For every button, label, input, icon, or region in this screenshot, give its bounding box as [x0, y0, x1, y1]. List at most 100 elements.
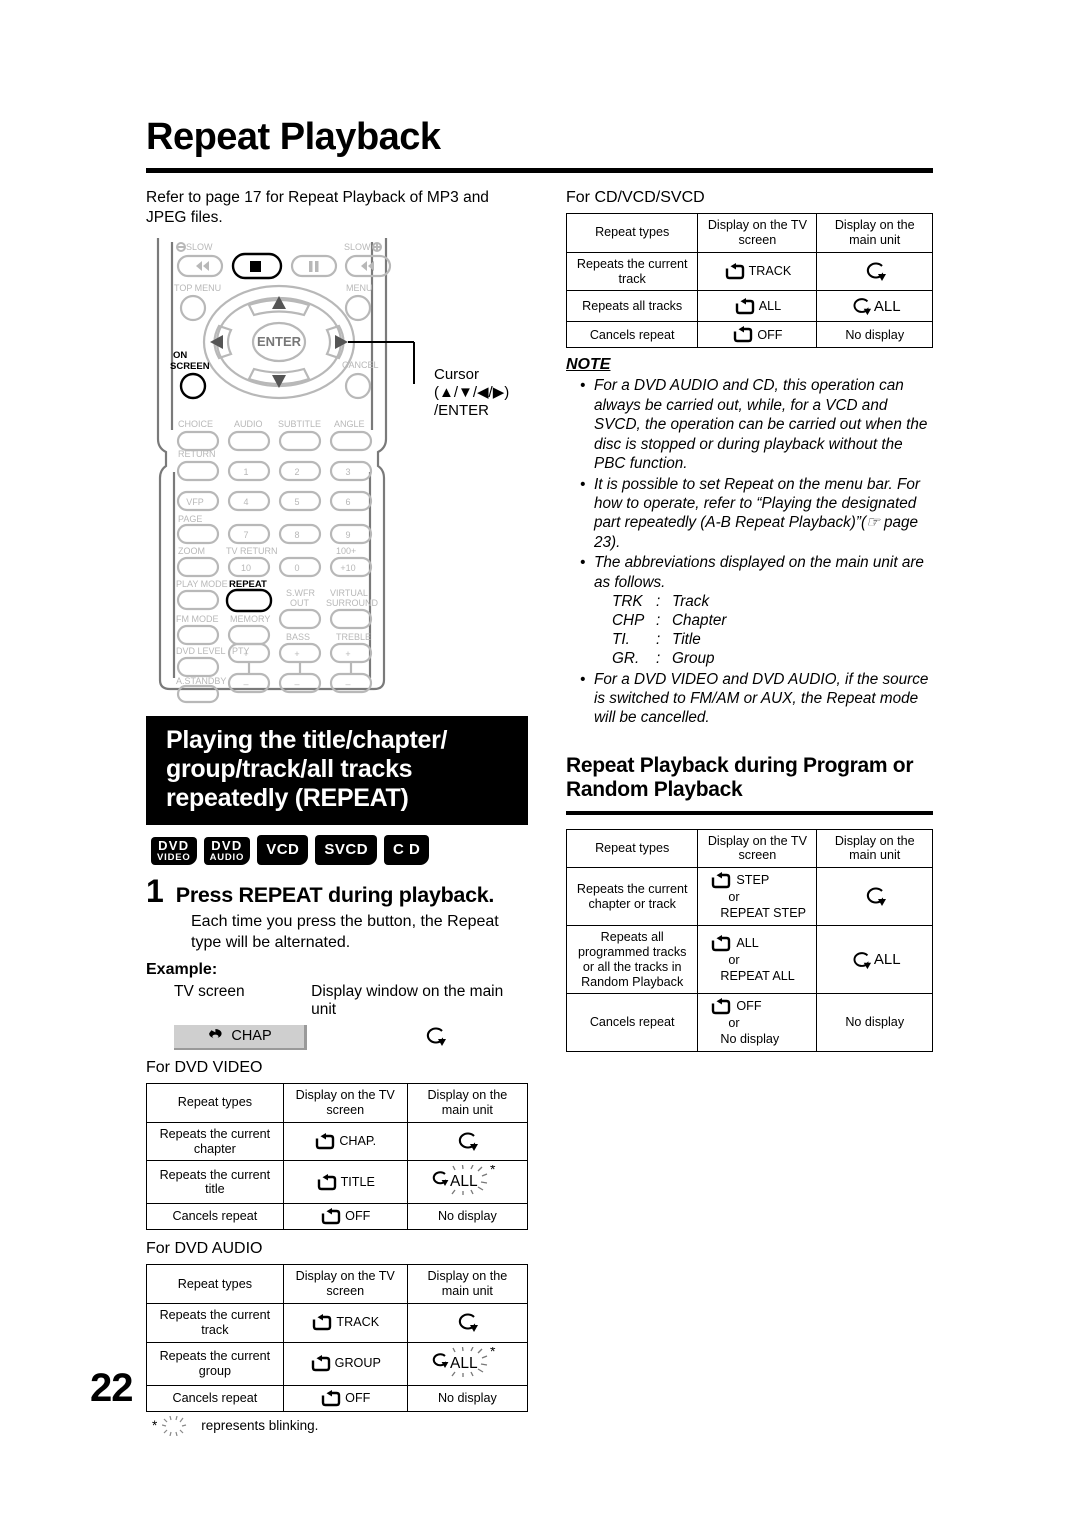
note-list: For a DVD AUDIO and CD, this operation c…: [566, 376, 933, 727]
svg-text:*: *: [490, 1347, 496, 1359]
step-1: 1 Press REPEAT during playback.: [146, 875, 528, 908]
repeat-arrow-icon: [426, 1027, 446, 1046]
svg-text:+: +: [243, 649, 248, 659]
table-row: Repeats all tracks ALL ALL: [565, 290, 933, 323]
table-row: Repeats the current track TRACK: [146, 1303, 529, 1343]
cell-tv-text: OFF: [345, 1390, 371, 1405]
table-row: Repeats the current chapter CHAP.: [146, 1121, 529, 1162]
svg-text:TV RETURN: TV RETURN: [226, 546, 278, 556]
svg-text:CANCEL: CANCEL: [342, 360, 379, 370]
remote-control-svg: .gl { fill:none; stroke:#b8b8b8; stroke-…: [156, 237, 415, 703]
cell-main-display: [406, 1303, 529, 1343]
cell-repeat-type: Repeats all tracks: [565, 290, 699, 323]
cell-main-text: ALL: [873, 950, 901, 968]
cell-main-display: ALL: [406, 1341, 529, 1386]
svg-text:–: –: [345, 679, 350, 689]
chap-display-chip: CHAP: [174, 1024, 307, 1050]
svg-text:SURROUND: SURROUND: [326, 598, 379, 608]
repeat-arrow-icon: [866, 262, 886, 282]
abbreviation-row: TI. : Title: [594, 630, 933, 649]
cell-repeat-type: Repeats the current group: [146, 1341, 284, 1386]
subsection-divider: [566, 810, 933, 815]
cell-tv-text-line2: REPEAT ALL: [720, 969, 795, 984]
abbr-key: CHP: [612, 612, 645, 630]
badge-dvd-audio: DVD AUDIO: [203, 836, 251, 866]
cell-repeat-type: Repeats the current track: [146, 1303, 284, 1343]
svg-text:6: 6: [345, 497, 350, 507]
table-row: Repeats the current title TITLE ALL *: [146, 1160, 529, 1205]
cell-tv-text-line1: STEP: [736, 873, 770, 888]
repeat-loop-icon: [712, 872, 731, 889]
example-label: Example:: [146, 961, 218, 978]
svg-text:S.WFR: S.WFR: [286, 588, 315, 598]
header-repeat-types: Repeat types: [565, 828, 699, 869]
svg-text:*: *: [490, 1165, 496, 1177]
svg-text:8: 8: [294, 530, 299, 540]
cell-repeat-type: Repeats the current chapter or track: [565, 867, 699, 926]
cell-tv-display: TRACK: [697, 251, 818, 292]
abbr-key: GR.: [612, 650, 640, 668]
svg-text:TREBLE: TREBLE: [336, 632, 371, 642]
repeat-arrow-icon: [853, 951, 871, 969]
abbr-sep: :: [656, 650, 661, 668]
page-number: 22: [90, 1366, 133, 1410]
svg-text:MENU: MENU: [346, 283, 373, 293]
cell-main-text: ALL: [873, 297, 901, 315]
note-item: For a DVD VIDEO and DVD AUDIO, if the so…: [580, 670, 933, 728]
header-tv-display: Display on the TV screen: [282, 1083, 408, 1123]
note-item: The abbreviations displayed on the main …: [580, 553, 933, 668]
repeat-all-blink-icon: ALL *: [433, 1165, 496, 1196]
repeat-arrow-icon: [459, 1132, 479, 1152]
cell-tv-display: STEP or REPEAT STEP: [697, 867, 818, 926]
cursor-callout-label: Cursor (▲/▼/◀/▶) /ENTER: [434, 365, 510, 419]
blinking-all-indicator: ALL *: [429, 1165, 505, 1196]
abbr-value: Title: [672, 631, 701, 649]
cell-tv-or: or: [728, 1016, 740, 1031]
svg-text:–: –: [243, 679, 248, 689]
badge-svcd: SVCD: [315, 835, 378, 866]
svg-text:+: +: [345, 649, 350, 659]
cell-repeat-type: Cancels repeat: [146, 1384, 284, 1412]
header-main-unit-display: Display on the main unit: [406, 1264, 529, 1305]
header-repeat-types: Repeat types: [146, 1264, 284, 1305]
blink-rays-icon: [162, 1415, 187, 1436]
svg-text:OUT: OUT: [290, 598, 310, 608]
repeat-loop-icon: [317, 1173, 336, 1191]
table-header-row: Repeat types Display on the TV screen Di…: [565, 828, 933, 869]
svg-text:10: 10: [241, 563, 251, 573]
table-cd-vcd-svcd: Repeat types Display on the TV screen Di…: [565, 213, 933, 349]
cell-tv-text-line1: OFF: [736, 999, 762, 1014]
svg-text:VIRTUAL: VIRTUAL: [330, 588, 368, 598]
cell-tv-text: TRACK: [336, 1315, 380, 1330]
cell-tv-display: CHAP.: [282, 1121, 408, 1162]
repeat-loop-icon: [712, 998, 731, 1015]
cell-repeat-type: Repeats the current track: [565, 251, 699, 292]
table-row: Repeats the current chapter or track STE…: [565, 867, 933, 926]
cell-tv-text: GROUP: [334, 1356, 381, 1371]
badge-line2: VIDEO: [157, 851, 191, 863]
abbr-sep: :: [656, 593, 661, 611]
table-header-row: Repeat types Display on the TV screen Di…: [146, 1264, 529, 1305]
svg-text:REPEAT: REPEAT: [229, 579, 267, 590]
svg-text:DVD LEVEL: DVD LEVEL: [176, 646, 226, 656]
remote-control-illustration: .gl { fill:none; stroke:#b8b8b8; stroke-…: [146, 234, 528, 704]
cell-tv-text-line2: No display: [720, 1032, 780, 1047]
note-heading: NOTE: [566, 356, 611, 374]
badge-dvd-video: DVD VIDEO: [151, 836, 197, 866]
svg-text:VFP: VFP: [186, 497, 204, 507]
cell-repeat-type: Repeats the current title: [146, 1160, 284, 1205]
repeat-arrow-icon: [459, 1313, 479, 1333]
header-main-unit-display: Display on the main unit: [816, 828, 933, 869]
note-box: NOTE For a DVD AUDIO and CD, this operat…: [566, 356, 933, 727]
table-row: Cancels repeat OFF No display: [565, 321, 933, 349]
abbr-value: Chapter: [672, 612, 727, 630]
header-tv-display: Display on the TV screen: [282, 1264, 408, 1305]
cell-tv-display: OFF or No display: [697, 993, 818, 1053]
example-display-row: CHAP: [174, 1024, 528, 1050]
svg-text:2: 2: [294, 467, 299, 477]
header-tv-display: Display on the TV screen: [697, 213, 818, 253]
cell-tv-or: or: [728, 953, 740, 968]
svg-text:+: +: [294, 649, 299, 659]
repeat-loop-icon: [712, 935, 731, 952]
cell-repeat-type: Cancels repeat: [146, 1203, 284, 1231]
